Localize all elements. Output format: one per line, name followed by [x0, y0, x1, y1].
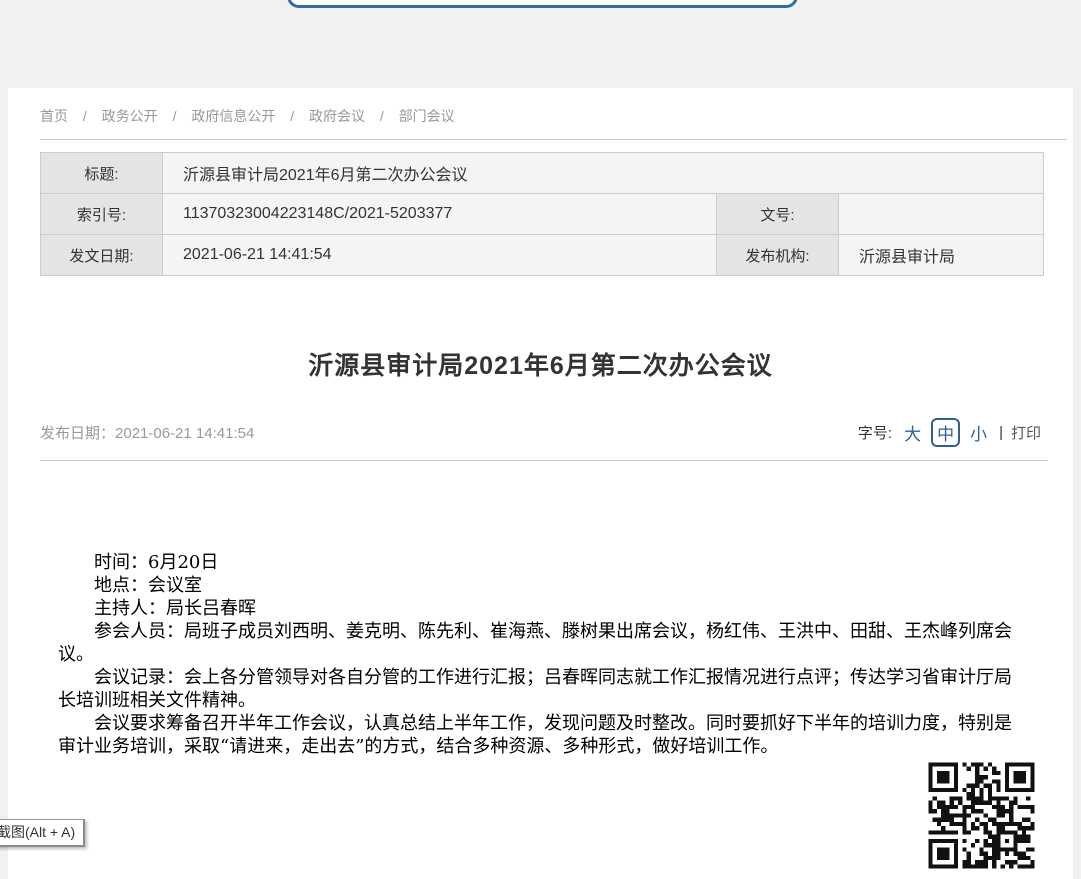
qr-code-svg: [920, 752, 1043, 879]
issue-date-value: 2021-06-21 14:41:54: [163, 235, 717, 276]
breadcrumb-home[interactable]: 首页: [40, 108, 68, 124]
breadcrumb: 首页 / 政务公开 / 政府信息公开 / 政府会议 / 部门会议: [8, 88, 1073, 126]
paragraph-minutes: 会议记录：会上各分管领导对各自分管的工作进行汇报；吕春晖同志就工作汇报情况进行点…: [58, 666, 1023, 712]
document-meta-table: 标题: 沂源县审计局2021年6月第二次办公会议 索引号: 1137032300…: [40, 152, 1044, 276]
index-number-value: 11370323004223148C/2021-5203377: [163, 194, 717, 235]
index-number-label: 索引号:: [41, 194, 163, 235]
breadcrumb-zhengwu[interactable]: 政务公开: [102, 108, 158, 124]
paragraph-time: 时间：6月20日: [58, 551, 1023, 574]
title-label: 标题:: [41, 153, 163, 194]
breadcrumb-separator: /: [290, 108, 294, 124]
doc-number-label: 文号:: [717, 194, 839, 235]
font-size-medium-button[interactable]: 中: [931, 418, 960, 447]
title-value: 沂源县审计局2021年6月第二次办公会议: [163, 153, 1044, 194]
article-meta-line: 发布日期：2021-06-21 14:41:54 字号: 大 中 小 | 打印: [40, 418, 1041, 447]
print-button[interactable]: 打印: [1011, 422, 1041, 443]
table-row: 索引号: 11370323004223148C/2021-5203377 文号:: [41, 194, 1044, 235]
font-size-large-button[interactable]: 大: [904, 420, 921, 445]
paragraph-requirements: 会议要求筹备召开半年工作会议，认真总结上半年工作，发现问题及时整改。同时要抓好下…: [58, 712, 1023, 758]
content-panel: 首页 / 政务公开 / 政府信息公开 / 政府会议 / 部门会议 标题: 沂源县…: [8, 88, 1073, 879]
issuing-agency-value: 沂源县审计局: [839, 235, 1044, 276]
table-row: 标题: 沂源县审计局2021年6月第二次办公会议: [41, 153, 1044, 194]
font-size-label: 字号:: [858, 422, 892, 443]
publish-date-label: 发布日期：: [40, 425, 115, 442]
font-size-small-button[interactable]: 小: [970, 420, 987, 445]
breadcrumb-divider: [40, 139, 1067, 140]
search-box-partial[interactable]: [287, 0, 798, 8]
breadcrumb-bumen[interactable]: 部门会议: [399, 108, 455, 124]
qr-code: [920, 752, 1043, 879]
issue-date-label: 发文日期:: [41, 235, 163, 276]
screenshot-tooltip: 截图(Alt + A): [0, 819, 85, 847]
paragraph-host: 主持人：局长吕春晖: [58, 597, 1023, 620]
breadcrumb-separator: /: [173, 108, 177, 124]
controls-separator: |: [999, 424, 1003, 441]
breadcrumb-xinxi[interactable]: 政府信息公开: [191, 108, 275, 124]
breadcrumb-separator: /: [380, 108, 384, 124]
title-divider: [40, 460, 1048, 461]
publish-date-value: 2021-06-21 14:41:54: [115, 425, 254, 442]
issuing-agency-label: 发布机构:: [717, 235, 839, 276]
page-title: 沂源县审计局2021年6月第二次办公会议: [8, 346, 1073, 382]
table-row: 发文日期: 2021-06-21 14:41:54 发布机构: 沂源县审计局: [41, 235, 1044, 276]
publish-date: 发布日期：2021-06-21 14:41:54: [40, 422, 254, 443]
breadcrumb-huiyi[interactable]: 政府会议: [309, 108, 365, 124]
paragraph-place: 地点：会议室: [58, 574, 1023, 597]
breadcrumb-separator: /: [83, 108, 87, 124]
doc-number-value: [839, 194, 1044, 235]
paragraph-attendees: 参会人员：局班子成员刘西明、姜克明、陈先利、崔海燕、滕树果出席会议，杨红伟、王洪…: [58, 620, 1023, 666]
article-body: 时间：6月20日 地点：会议室 主持人：局长吕春晖 参会人员：局班子成员刘西明、…: [58, 551, 1023, 758]
font-size-controls: 字号: 大 中 小 | 打印: [858, 418, 1041, 447]
